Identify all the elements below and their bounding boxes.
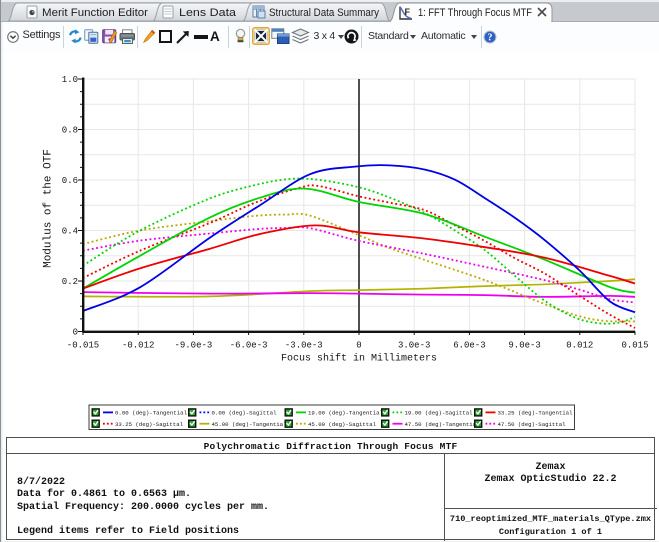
svg-text:F: F <box>405 7 411 17</box>
svg-text:0.012: 0.012 <box>566 341 593 351</box>
svg-text:0.8: 0.8 <box>62 126 78 136</box>
svg-text:33.25 (deg)-Tangential: 33.25 (deg)-Tangential <box>498 410 573 417</box>
svg-text:0: 0 <box>356 341 361 351</box>
svg-text:33.25 (deg)-Sagittal: 33.25 (deg)-Sagittal <box>115 421 183 428</box>
svg-text:45.00 (deg)-Sagittal: 45.00 (deg)-Sagittal <box>308 421 376 428</box>
svg-text:?: ? <box>488 33 493 44</box>
svg-text:0.2: 0.2 <box>62 277 78 287</box>
svg-text:1.0: 1.0 <box>62 75 78 85</box>
svg-text:Lens Data: Lens Data <box>179 7 236 19</box>
svg-text:47.50 (deg)-Sagittal: 47.50 (deg)-Sagittal <box>498 421 566 428</box>
svg-text:3.0e-3: 3.0e-3 <box>398 341 430 351</box>
svg-text:19.00 (deg)-Sagittal: 19.00 (deg)-Sagittal <box>405 410 473 417</box>
svg-text:9.0e-3: 9.0e-3 <box>508 341 540 351</box>
svg-text:0: 0 <box>73 328 78 338</box>
svg-text:0.6: 0.6 <box>62 176 78 186</box>
svg-text:47.50 (deg)-Tangential: 47.50 (deg)-Tangential <box>405 421 480 428</box>
svg-text:0.4: 0.4 <box>62 227 78 237</box>
svg-text:Merit Function Editor: Merit Function Editor <box>42 7 148 19</box>
svg-text:6.0e-3: 6.0e-3 <box>453 341 485 351</box>
svg-text:-3.0e-3: -3.0e-3 <box>285 341 323 351</box>
svg-text:Structural Data Summary: Structural Data Summary <box>269 7 380 19</box>
svg-text:-9.0e-3: -9.0e-3 <box>174 341 212 351</box>
svg-text:1: FFT Through Focus MTF: 1: FFT Through Focus MTF <box>418 7 532 19</box>
svg-text:45.00 (deg)-Tangential: 45.00 (deg)-Tangential <box>212 421 287 428</box>
svg-text:-6.0e-3: -6.0e-3 <box>230 341 268 351</box>
svg-text:0.00 (deg)-Sagittal: 0.00 (deg)-Sagittal <box>212 410 277 417</box>
svg-text:-0.015: -0.015 <box>67 341 99 351</box>
svg-text:0.00 (deg)-Tangential: 0.00 (deg)-Tangential <box>115 410 187 417</box>
svg-text:Focus shift in Millimeters: Focus shift in Millimeters <box>281 353 437 365</box>
svg-text:0.015: 0.015 <box>621 341 648 351</box>
svg-text:-0.012: -0.012 <box>122 341 154 351</box>
svg-text:Modulus of the OTF: Modulus of the OTF <box>43 149 55 268</box>
svg-text:19.00 (deg)-Tangential: 19.00 (deg)-Tangential <box>308 410 383 417</box>
